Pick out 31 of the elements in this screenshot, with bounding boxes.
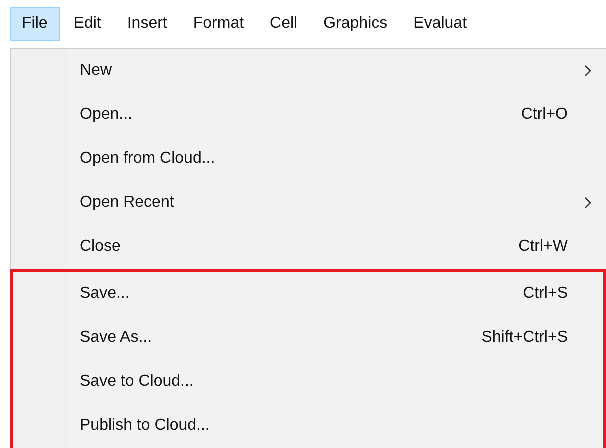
menu-item[interactable]: New bbox=[11, 49, 606, 93]
menu-item-label: Save As... bbox=[80, 329, 154, 347]
shortcut-text: Ctrl+W bbox=[518, 238, 568, 256]
menu-item[interactable]: Open from Cloud... bbox=[11, 137, 606, 181]
menu-item[interactable]: Open... Ctrl+O bbox=[11, 93, 606, 137]
shortcut-text: Shift+Ctrl+S bbox=[482, 329, 568, 347]
menu-bar-item[interactable]: Edit bbox=[62, 7, 114, 41]
menu-item-label: Save... bbox=[80, 285, 131, 303]
menu-bar-item[interactable]: Graphics bbox=[312, 7, 400, 41]
menu-item-label: New bbox=[80, 62, 114, 80]
menu-item-label: Open from Cloud... bbox=[80, 150, 216, 168]
menu-item-label: Close bbox=[80, 238, 122, 256]
menu-bar-item[interactable]: Cell bbox=[258, 7, 310, 41]
menu-item[interactable]: Save... Ctrl+S bbox=[13, 272, 603, 316]
menu-bar-item[interactable]: File bbox=[10, 7, 60, 41]
chevron-right-icon bbox=[584, 197, 592, 209]
menu-item[interactable]: Publish to Cloud... bbox=[13, 404, 603, 448]
menu-bar-item[interactable]: Evaluat bbox=[402, 7, 480, 41]
menu-item[interactable]: Save to Cloud... bbox=[13, 360, 603, 404]
chevron-right-icon bbox=[584, 65, 592, 77]
menu-item-label: Open Recent bbox=[80, 194, 176, 212]
menu-item[interactable]: Save As... Shift+Ctrl+S bbox=[13, 316, 603, 360]
menu-item[interactable]: Close Ctrl+W bbox=[11, 225, 606, 269]
menu-item-label: Open... bbox=[80, 106, 134, 124]
menu-item[interactable]: Open Recent bbox=[11, 181, 606, 225]
shortcut-text: Ctrl+S bbox=[523, 285, 568, 303]
menu-bar-item[interactable]: Format bbox=[181, 7, 256, 41]
menu-item-label: Save to Cloud... bbox=[80, 373, 195, 391]
menu-item-label: Publish to Cloud... bbox=[80, 417, 211, 435]
shortcut-text: Ctrl+O bbox=[521, 106, 568, 124]
menu-bar-item[interactable]: Insert bbox=[115, 7, 180, 41]
